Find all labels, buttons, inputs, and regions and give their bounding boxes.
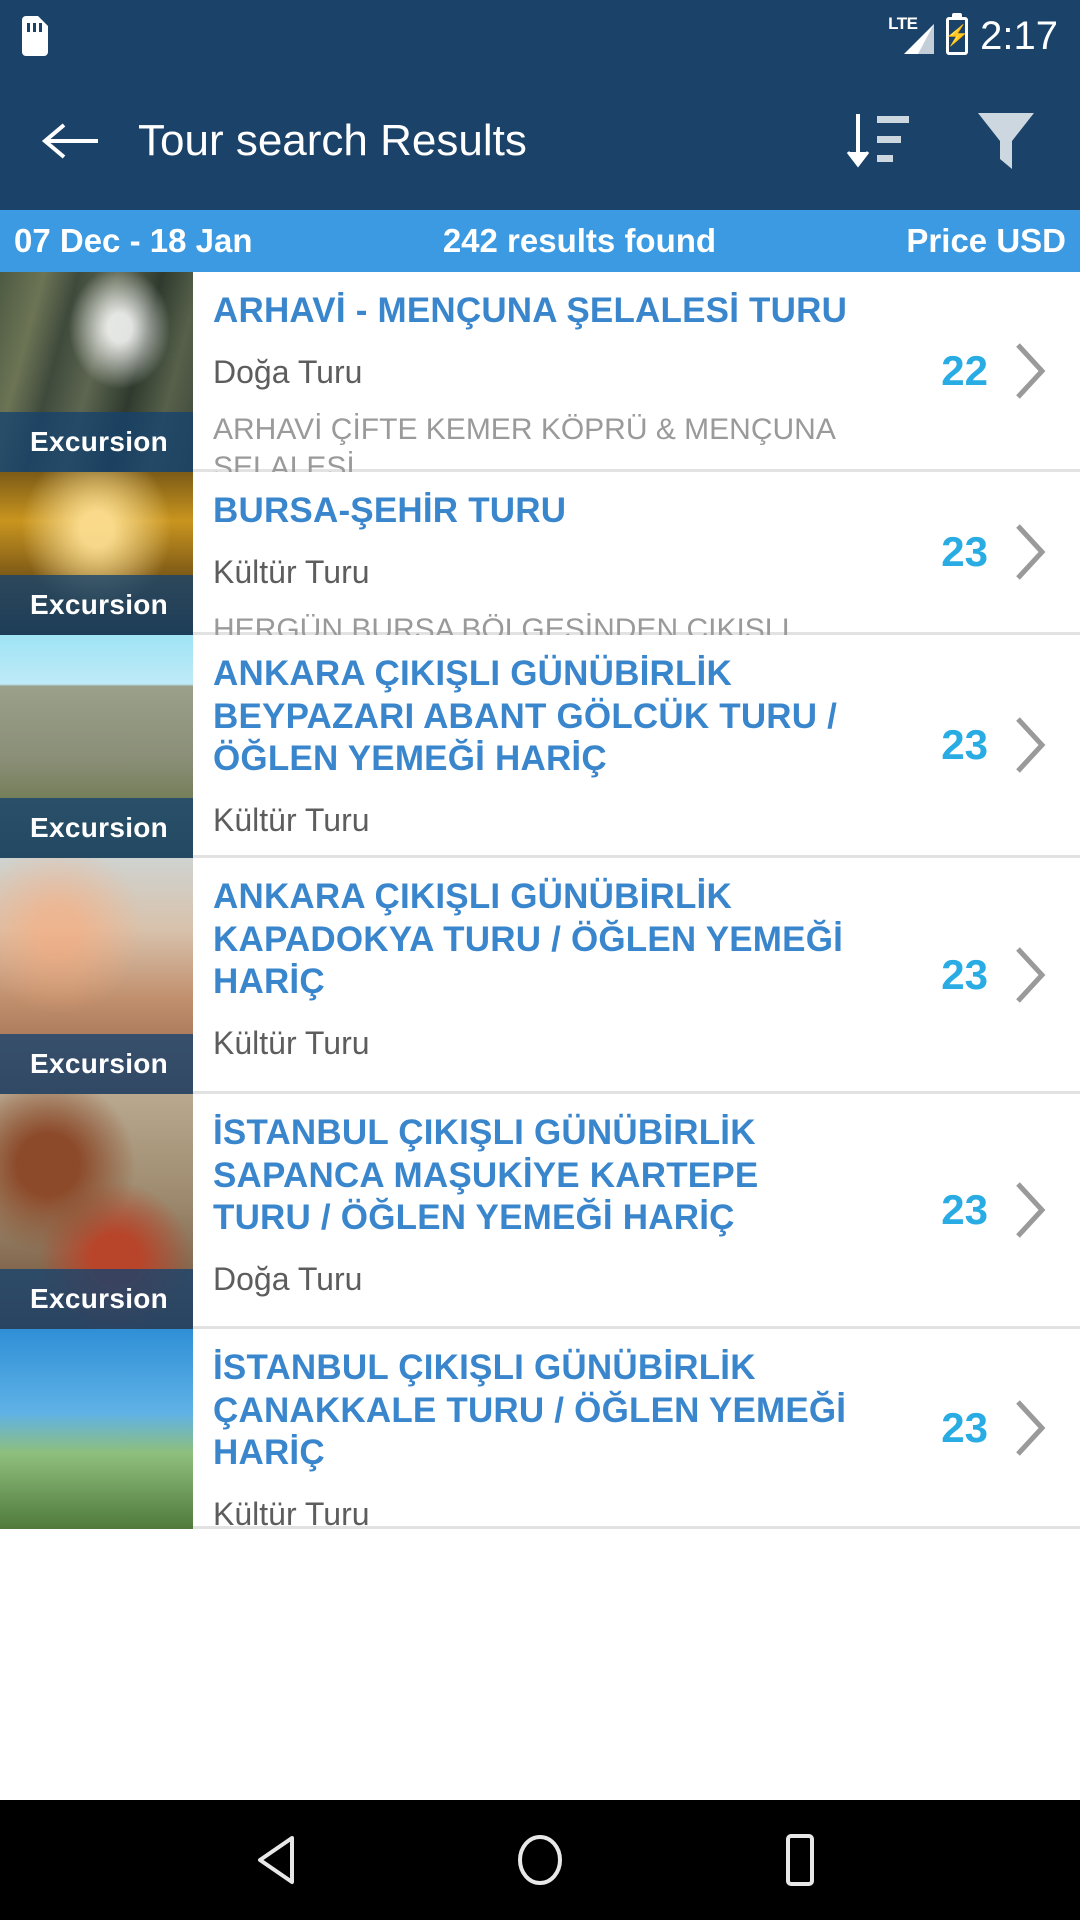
tour-title[interactable]: BURSA-ŞEHİR TURU — [213, 490, 853, 533]
price-currency-label[interactable]: Price USD — [906, 222, 1066, 260]
tour-info: ANKARA ÇIKIŞLI GÜNÜBİRLİK BEYPAZARI ABAN… — [193, 635, 880, 855]
tour-thumbnail: Excursion — [0, 1094, 193, 1329]
chevron-right-icon[interactable] — [1010, 943, 1050, 1007]
funnel-glyph — [978, 113, 1034, 169]
tour-price-area: 22 — [880, 272, 1080, 469]
tour-price-area: 23 — [880, 635, 1080, 855]
status-bar-clock: 2:17 — [980, 13, 1058, 58]
tour-price-area: 23 — [880, 858, 1080, 1091]
tour-category: Doğa Turu — [213, 353, 363, 390]
tour-title[interactable]: ANKARA ÇIKIŞLI GÜNÜBİRLİK BEYPAZARI ABAN… — [213, 653, 853, 781]
chevron-right-icon[interactable] — [1010, 1396, 1050, 1460]
tour-thumbnail — [0, 1329, 193, 1529]
tour-category: Kültür Turu — [213, 802, 370, 839]
date-range-label[interactable]: 07 Dec - 18 Jan — [14, 222, 252, 260]
chevron-right-icon[interactable] — [1010, 1178, 1050, 1242]
tour-category: Doğa Turu — [213, 1261, 363, 1298]
tour-category: Kültür Turu — [213, 553, 370, 590]
app-bar-actions — [842, 105, 1042, 177]
table-row[interactable]: Excursion ARHAVİ - MENÇUNA ŞELALESİ TURU… — [0, 272, 1080, 484]
status-bar: LTE ⚡ 2:17 — [0, 0, 1080, 72]
table-row[interactable]: İSTANBUL ÇIKIŞLI GÜNÜBİRLİK ÇANAKKALE TU… — [0, 1329, 1080, 1532]
nav-back-glyph — [258, 1836, 294, 1884]
tour-info: İSTANBUL ÇIKIŞLI GÜNÜBİRLİK SAPANCA MAŞU… — [193, 1094, 880, 1326]
status-badge: Excursion — [0, 798, 193, 858]
tour-price: 23 — [941, 721, 988, 768]
sort-descending-icon[interactable] — [842, 105, 914, 177]
tour-price: 22 — [941, 346, 988, 394]
tour-title[interactable]: İSTANBUL ÇIKIŞLI GÜNÜBİRLİK SAPANCA MAŞU… — [213, 1112, 853, 1240]
table-row[interactable]: Excursion İSTANBUL ÇIKIŞLI GÜNÜBİRLİK SA… — [0, 1094, 1080, 1329]
tour-price: 23 — [941, 1403, 988, 1451]
tour-info: ARHAVİ - MENÇUNA ŞELALESİ TURU Doğa Turu… — [193, 272, 880, 484]
status-bar-right: LTE ⚡ 2:17 — [888, 14, 1058, 59]
status-badge: Excursion — [0, 412, 193, 472]
tour-thumbnail: Excursion — [0, 858, 193, 1094]
status-badge: Excursion — [0, 1269, 193, 1329]
android-navigation-bar — [0, 1800, 1080, 1920]
tour-thumbnail: Excursion — [0, 472, 193, 635]
status-bar-left — [22, 16, 48, 56]
status-badge: Excursion — [0, 1034, 193, 1094]
phone-screen: LTE ⚡ 2:17 Tour search Results 07 Dec - … — [0, 0, 1080, 1920]
battery-charging-icon: ⚡ — [944, 17, 970, 55]
status-badge: Excursion — [0, 575, 193, 635]
table-row[interactable]: Excursion BURSA-ŞEHİR TURU Kültür Turu H… — [0, 472, 1080, 646]
nav-back-triangle-icon[interactable] — [240, 1820, 320, 1900]
results-count-label: 242 results found — [442, 222, 717, 259]
nav-home-circle-icon[interactable] — [500, 1820, 580, 1900]
tour-price: 23 — [941, 1186, 988, 1233]
sort-glyph — [846, 114, 909, 168]
charging-bolt-icon: ⚡ — [944, 25, 970, 47]
signal-bars-icon: LTE — [888, 14, 935, 56]
tour-title[interactable]: İSTANBUL ÇIKIŞLI GÜNÜBİRLİK ÇANAKKALE TU… — [213, 1347, 853, 1475]
nav-recents-square-icon[interactable] — [760, 1820, 840, 1900]
table-row[interactable]: Excursion ANKARA ÇIKIŞLI GÜNÜBİRLİK BEYP… — [0, 635, 1080, 858]
tour-title[interactable]: ARHAVİ - MENÇUNA ŞELALESİ TURU — [213, 290, 853, 333]
tour-price-area: 23 — [880, 1329, 1080, 1526]
tour-thumbnail: Excursion — [0, 635, 193, 858]
back-arrow-icon[interactable] — [38, 109, 102, 173]
tour-info: BURSA-ŞEHİR TURU Kültür Turu HERGÜN BURS… — [193, 472, 880, 646]
filter-summary-bar: 07 Dec - 18 Jan 242 results found Price … — [0, 210, 1080, 272]
nav-home-glyph — [518, 1835, 562, 1885]
chevron-right-icon[interactable] — [1010, 339, 1050, 403]
canakkale-monument-photo — [0, 1329, 193, 1529]
nav-recents-glyph — [786, 1834, 814, 1886]
signal-triangle-icon — [904, 24, 935, 54]
tour-price-area: 23 — [880, 1094, 1080, 1326]
tour-title[interactable]: ANKARA ÇIKIŞLI GÜNÜBİRLİK KAPADOKYA TURU… — [213, 876, 853, 1004]
tour-info: İSTANBUL ÇIKIŞLI GÜNÜBİRLİK ÇANAKKALE TU… — [193, 1329, 880, 1532]
table-row[interactable]: Excursion ANKARA ÇIKIŞLI GÜNÜBİRLİK KAPA… — [0, 858, 1080, 1094]
back-arrow-glyph — [41, 123, 98, 159]
chevron-right-icon[interactable] — [1010, 713, 1050, 777]
app-bar: Tour search Results — [0, 72, 1080, 210]
tour-price: 23 — [941, 528, 988, 575]
tour-category: Kültür Turu — [213, 1496, 370, 1533]
filter-funnel-icon[interactable] — [970, 105, 1042, 177]
tour-price: 23 — [941, 950, 988, 998]
tour-results-list[interactable]: Excursion ARHAVİ - MENÇUNA ŞELALESİ TURU… — [0, 272, 1080, 1800]
tour-info: ANKARA ÇIKIŞLI GÜNÜBİRLİK KAPADOKYA TURU… — [193, 858, 880, 1091]
sd-card-icon — [22, 16, 48, 56]
tour-price-area: 23 — [880, 472, 1080, 632]
page-title: Tour search Results — [138, 116, 527, 165]
tour-category: Kültür Turu — [213, 1025, 370, 1062]
tour-thumbnail: Excursion — [0, 272, 193, 472]
chevron-right-icon[interactable] — [1010, 520, 1050, 584]
